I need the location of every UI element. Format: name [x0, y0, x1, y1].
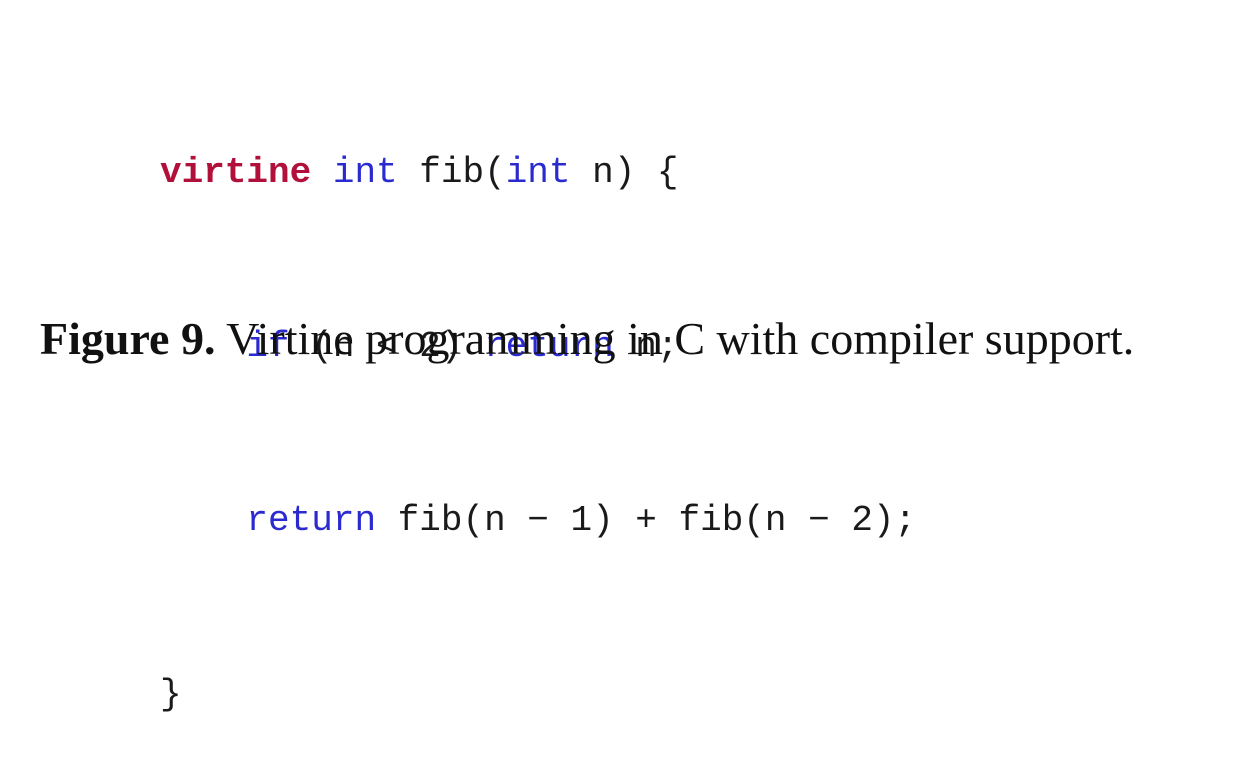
code-line: return fib(n − 1) + fib(n − 2); — [160, 492, 916, 550]
code-listing: virtine int fib(int n) { if (n < 2) retu… — [160, 28, 916, 782]
code-text: n) { — [570, 152, 679, 193]
figure-caption: Figure 9. Virtine programming in C with … — [40, 312, 1134, 365]
code-text: fib( — [397, 152, 506, 193]
code-keyword: int — [332, 152, 398, 193]
code-text: } — [160, 674, 182, 715]
figure-caption-text: Virtine programming in C with compiler s… — [215, 313, 1135, 364]
figure-label: Figure 9. — [40, 313, 216, 364]
code-text: fib(n − 1) + fib(n − 2); — [376, 500, 917, 541]
code-line: } — [160, 666, 916, 724]
code-special-keyword: virtine — [160, 152, 312, 193]
code-keyword: return — [246, 500, 377, 541]
code-line: virtine int fib(int n) { — [160, 144, 916, 202]
code-keyword: int — [505, 152, 571, 193]
